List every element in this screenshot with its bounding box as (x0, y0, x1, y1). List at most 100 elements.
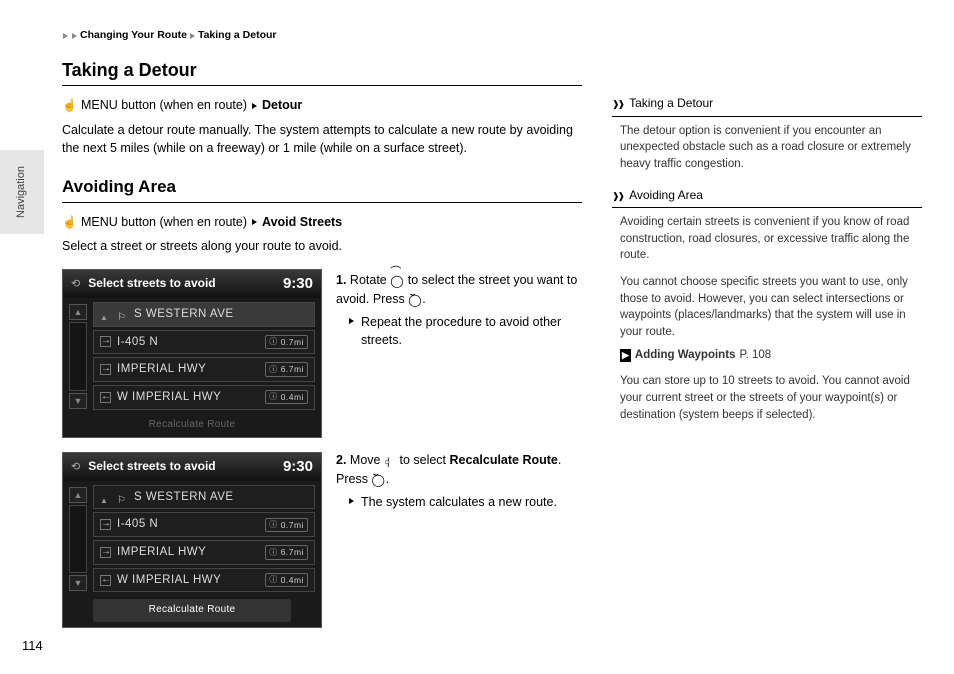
street-row[interactable]: S WESTERN AVE (93, 302, 315, 327)
street-row[interactable]: W IMPERIAL HWY 0.4mi (93, 385, 315, 410)
turn-right-icon (100, 547, 111, 558)
street-row[interactable]: I-405 N 0.7mi (93, 512, 315, 537)
sidebar-text: You cannot choose specific streets you w… (620, 274, 918, 341)
detour-description: Calculate a detour route manually. The s… (62, 121, 582, 157)
chevron-right-icon (190, 33, 195, 39)
street-name: IMPERIAL HWY (117, 361, 206, 378)
step-text: Move (350, 453, 381, 467)
scroll-down-icon[interactable]: ▼ (69, 393, 87, 409)
distance-badge: 0.4mi (265, 573, 308, 587)
step-text: Rotate (350, 273, 387, 287)
start-icon (100, 309, 111, 320)
scroll-down-icon[interactable]: ▼ (69, 575, 87, 591)
hand-icon (62, 96, 77, 114)
screen-title: Select streets to avoid (88, 459, 215, 473)
street-row[interactable]: W IMPERIAL HWY 0.4mi (93, 568, 315, 593)
hand-icon (62, 213, 77, 231)
screenshot-avoid-streets: Select streets to avoid 9:30 ▲ ▼ S WESTE… (62, 269, 322, 438)
chevron-right-icon (252, 103, 257, 109)
sidebar-text: You can store up to 10 streets to avoid.… (620, 373, 918, 423)
scroll-up-icon[interactable]: ▲ (69, 487, 87, 503)
heading-avoiding-area: Avoiding Area (62, 175, 582, 203)
chevron-right-icon (252, 219, 257, 225)
sidebar-title: Taking a Detour (629, 95, 713, 112)
reference-page: P. 108 (739, 347, 771, 364)
distance-badge: 6.7mi (265, 362, 308, 376)
street-name: W IMPERIAL HWY (117, 389, 221, 406)
recalculate-button[interactable]: Recalculate Route (93, 599, 291, 622)
page-number: 114 (22, 637, 43, 656)
chevron-right-icon (349, 318, 354, 324)
street-row[interactable]: I-405 N 0.7mi (93, 330, 315, 355)
scrollbar[interactable]: ▲ ▼ (69, 487, 87, 592)
distance-badge: 0.4mi (265, 390, 308, 404)
street-row[interactable]: S WESTERN AVE (93, 485, 315, 510)
flag-icon (117, 492, 128, 503)
screenshot-avoid-streets: Select streets to avoid 9:30 ▲ ▼ S WESTE… (62, 452, 322, 628)
sidebar-notes: Taking a Detour The detour option is con… (612, 57, 922, 628)
sidebar-title: Avoiding Area (629, 187, 703, 204)
sidebar-heading: Taking a Detour (612, 95, 922, 116)
menu-path-text: MENU button (when en route) (81, 213, 247, 231)
double-chevron-icon (612, 95, 625, 112)
return-icon (71, 275, 86, 293)
main-content: Taking a Detour MENU button (when en rou… (62, 57, 582, 628)
menu-target: Avoid Streets (262, 213, 342, 231)
street-name: I-405 N (117, 334, 158, 351)
street-name: S WESTERN AVE (134, 306, 234, 323)
chevron-right-icon (349, 498, 354, 504)
step-2: 2. Move to select Recalculate Route. Pre… (336, 451, 582, 511)
chevron-right-icon (63, 33, 68, 39)
clock: 9:30 (283, 456, 313, 478)
step-text: to select (399, 453, 446, 467)
screen-title: Select streets to avoid (88, 276, 215, 290)
cross-reference: ▶ Adding Waypoints P. 108 (620, 347, 918, 364)
rotary-dial-icon (390, 272, 404, 290)
step-sub-text: Repeat the procedure to avoid other stre… (361, 313, 582, 349)
turn-left-icon (100, 392, 111, 403)
menu-path-text: MENU button (when en route) (81, 96, 247, 114)
street-row[interactable]: IMPERIAL HWY 6.7mi (93, 357, 315, 382)
breadcrumb-part: Changing Your Route (80, 28, 187, 43)
street-name: W IMPERIAL HWY (117, 572, 221, 589)
distance-badge: 0.7mi (265, 335, 308, 349)
heading-taking-detour: Taking a Detour (62, 57, 582, 86)
sidebar-heading: Avoiding Area (612, 187, 922, 208)
joystick-down-icon (384, 452, 396, 471)
turn-right-icon (100, 519, 111, 530)
distance-badge: 6.7mi (265, 545, 308, 559)
turn-right-icon (100, 364, 111, 375)
step-1: 1. Rotate to select the street you want … (336, 271, 582, 349)
street-row[interactable]: IMPERIAL HWY 6.7mi (93, 540, 315, 565)
reference-icon: ▶ (620, 349, 631, 362)
menu-target: Detour (262, 96, 302, 114)
section-tab-label: Navigation (14, 166, 30, 218)
section-tab: Navigation (0, 150, 44, 234)
breadcrumb-part: Taking a Detour (198, 28, 277, 43)
distance-badge: 0.7mi (265, 518, 308, 532)
return-icon (71, 458, 86, 476)
double-chevron-icon (612, 187, 625, 204)
start-icon (100, 492, 111, 503)
street-name: IMPERIAL HWY (117, 544, 206, 561)
street-name: S WESTERN AVE (134, 489, 234, 506)
clock: 9:30 (283, 273, 313, 295)
menu-path: MENU button (when en route) Avoid Street… (62, 213, 582, 231)
scroll-up-icon[interactable]: ▲ (69, 304, 87, 320)
turn-right-icon (100, 336, 111, 347)
breadcrumb: Changing Your Route Taking a Detour (62, 28, 922, 43)
street-name: I-405 N (117, 516, 158, 533)
sidebar-text: The detour option is convenient if you e… (620, 123, 918, 173)
turn-left-icon (100, 575, 111, 586)
press-button-icon (371, 471, 385, 489)
flag-icon (117, 309, 128, 320)
menu-path: MENU button (when en route) Detour (62, 96, 582, 114)
recalculate-button[interactable]: Recalculate Route (63, 415, 321, 438)
step-target: Recalculate Route (450, 453, 558, 467)
press-button-icon (408, 291, 422, 309)
step-sub-text: The system calculates a new route. (361, 493, 557, 511)
reference-title: Adding Waypoints (635, 347, 736, 364)
chevron-right-icon (72, 33, 77, 39)
avoid-description: Select a street or streets along your ro… (62, 237, 582, 255)
scrollbar[interactable]: ▲ ▼ (69, 304, 87, 409)
